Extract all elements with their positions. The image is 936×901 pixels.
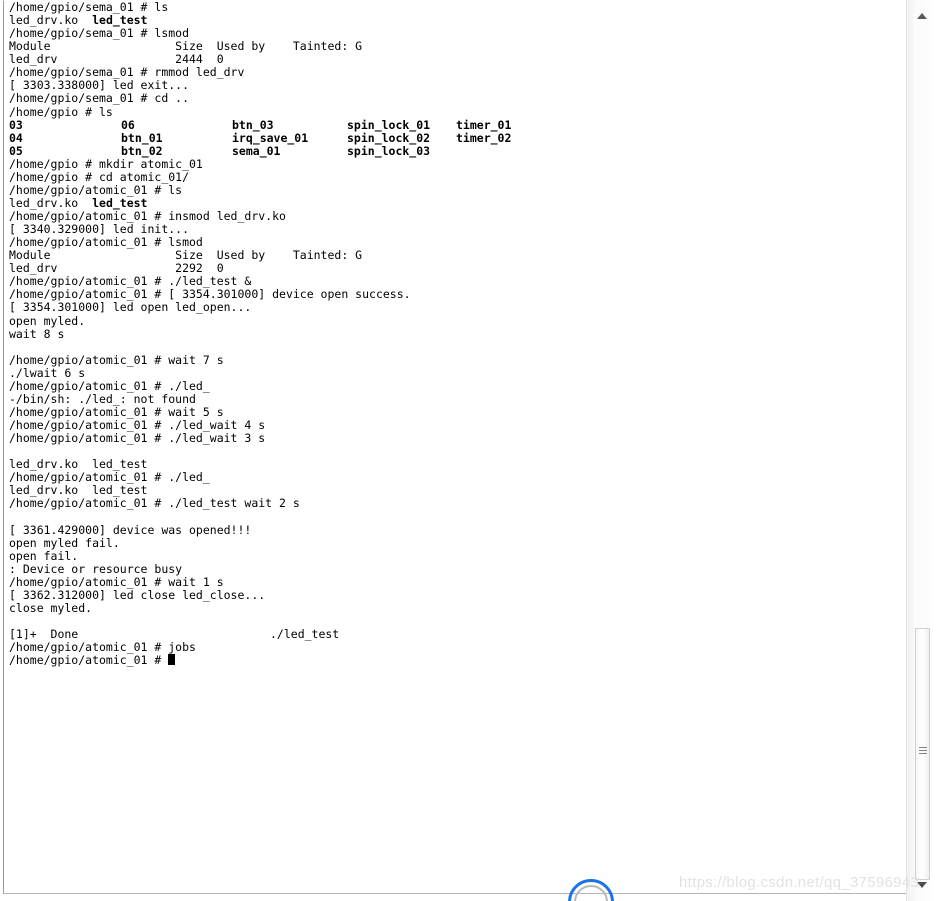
terminal-prompt-text: /home/gpio/atomic_01 # xyxy=(9,653,169,668)
terminal-output[interactable]: /home/gpio/sema_01 # ls led_drv.ko led_te… xyxy=(9,1,905,891)
terminal-cursor xyxy=(168,654,176,666)
terminal-line: /home/gpio # ls xyxy=(9,104,113,119)
terminal-ls-entry: spin_lock_02 xyxy=(347,130,431,145)
terminal-ls-entry: spin_lock_03 xyxy=(347,143,431,158)
terminal-line: wait 8 s xyxy=(9,326,65,341)
terminal-line: -/bin/sh: ./led_: not found xyxy=(9,391,196,406)
terminal-line: open fail. xyxy=(9,548,79,563)
terminal-line: /home/gpio # mkdir atomic_01 xyxy=(9,156,203,171)
chevron-up-icon xyxy=(917,13,927,19)
terminal-line: close myled. xyxy=(9,600,93,615)
scroll-up-arrow[interactable] xyxy=(914,8,930,24)
terminal-ls-entry: 06 xyxy=(121,117,135,132)
terminal-ls-entry: sema_01 xyxy=(232,143,281,158)
terminal-line: : Device or resource busy xyxy=(9,561,183,576)
terminal-line: open myled. xyxy=(9,313,86,328)
terminal-line: [ 3362.312000] led close led_close... xyxy=(9,587,266,602)
terminal-ls-entry: btn_01 xyxy=(121,130,163,145)
terminal-window: /home/gpio/sema_01 # ls led_drv.ko led_te… xyxy=(3,0,906,894)
loading-spinner-icon xyxy=(568,879,618,901)
terminal-ls-row: 03 06 btn_03 spin_lock_01 timer_01 xyxy=(9,117,905,132)
terminal-ls-row: 04 btn_01 irq_save_01 spin_lock_02 timer_02 xyxy=(9,130,905,145)
terminal-job-field: ./led_test xyxy=(270,627,340,641)
terminal-line: [ 3361.429000] device was opened!!! xyxy=(9,522,252,537)
screenshot-root: /home/gpio/sema_01 # ls led_drv.ko led_te… xyxy=(0,0,936,901)
terminal-ls-entry: spin_lock_01 xyxy=(347,117,431,132)
scroll-thumb[interactable] xyxy=(915,628,930,880)
terminal-ls-entry: irq_save_01 xyxy=(232,130,309,145)
terminal-executable-name: led_test xyxy=(92,13,148,28)
terminal-ls-entry: 05 xyxy=(9,143,23,158)
terminal-ls-entry: 03 xyxy=(9,117,23,132)
terminal-active-prompt[interactable]: /home/gpio/atomic_01 # xyxy=(9,654,905,667)
terminal-line: open myled fail. xyxy=(9,535,120,550)
terminal-ls-entry: 04 xyxy=(9,130,23,145)
terminal-line: /home/gpio/atomic_01 # ./led_ xyxy=(9,378,210,393)
terminal-ls-row: 05 btn_02 sema_01 spin_lock_03 xyxy=(9,143,905,158)
terminal-ls-entry: btn_02 xyxy=(121,143,163,158)
terminal-ls-entry: timer_02 xyxy=(456,130,512,145)
blog-watermark: https://blog.csdn.net/qq_37596943 xyxy=(679,874,920,891)
terminal-line: /home/gpio # cd atomic_01/ xyxy=(9,169,190,184)
terminal-executable-name: led_test xyxy=(92,195,148,210)
terminal-line: [ 3354.301000] led open led_open... xyxy=(9,300,252,315)
terminal-line: ./lwait 6 s xyxy=(9,365,86,380)
terminal-ls-entry: btn_03 xyxy=(232,117,274,132)
terminal-line: /home/gpio/atomic_01 # ./led_wait 3 s xyxy=(9,431,266,446)
terminal-line: /home/gpio/atomic_01 # ./led_test wait 2… xyxy=(9,496,300,511)
vertical-scrollbar[interactable] xyxy=(906,0,936,901)
scrollbar-grip-icon xyxy=(919,747,927,757)
terminal-line: /home/gpio/sema_01 # cd .. xyxy=(9,91,190,106)
terminal-line: /home/gpio/atomic_01 # wait 7 s xyxy=(9,352,224,367)
terminal-line: /home/gpio/atomic_01 # wait 1 s xyxy=(9,574,224,589)
terminal-file-name: led_drv.ko xyxy=(9,195,93,210)
terminal-ls-entry: timer_01 xyxy=(456,117,512,132)
terminal-file-name: led_drv.ko xyxy=(9,13,93,28)
